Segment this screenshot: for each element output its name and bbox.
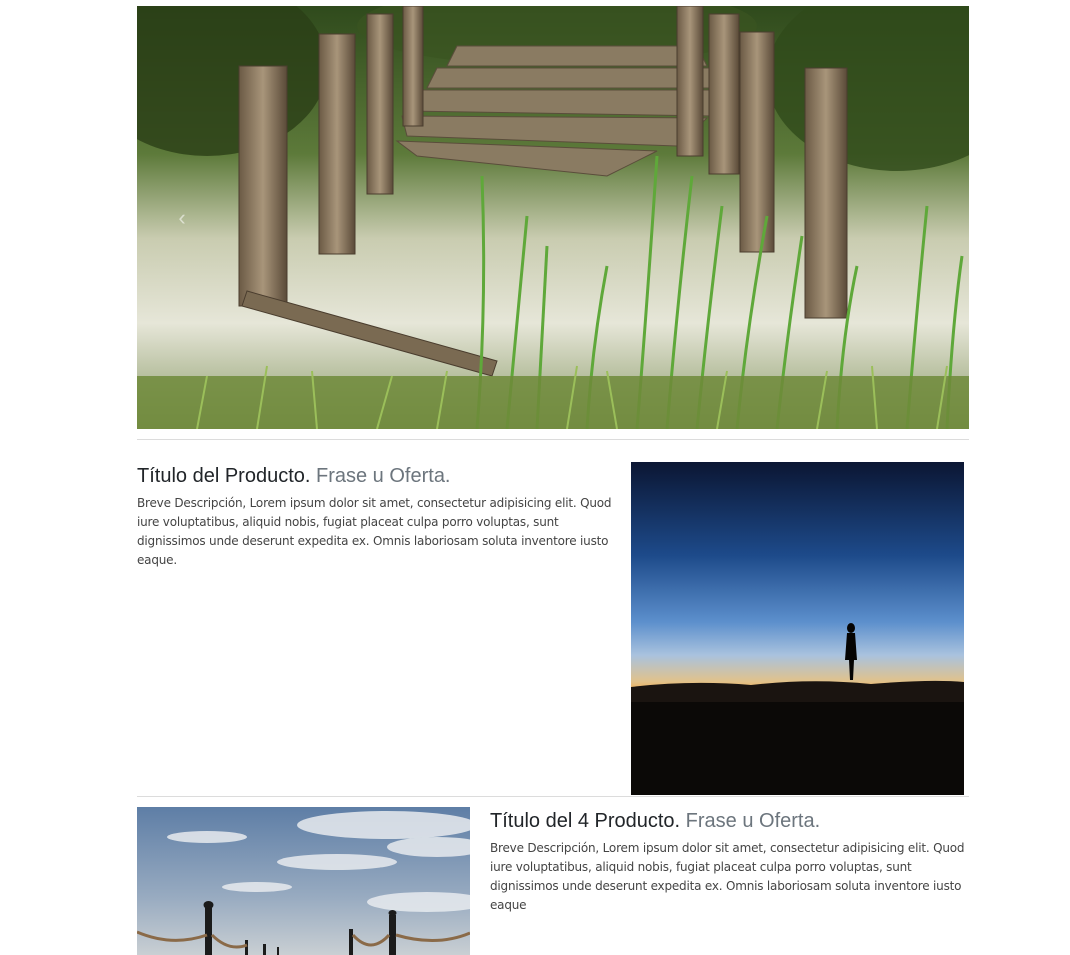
sunset-silhouette-image [631,462,964,795]
divider [137,439,969,440]
carousel-prev-button[interactable]: ‹ [137,6,247,429]
hero-image [137,6,969,429]
feature-heading: Título del 4 Producto. Frase u Oferta. [490,809,970,833]
feature-title: Título del Producto. [137,465,311,487]
feature-description: Breve Descripción, Lorem ipsum dolor sit… [490,841,965,912]
sky-rope-fence-image [137,807,470,955]
page-container: ‹ Título del Producto. Frase u Oferta. B… [137,6,969,955]
feature-product-1: Título del Producto. Frase u Oferta. Bre… [137,450,969,796]
feature-text: Título del Producto. Frase u Oferta. Bre… [137,450,617,796]
feature-subtitle: Frase u Oferta. [685,810,821,832]
hero-carousel: ‹ [137,6,969,429]
feature-product-4: Título del 4 Producto. Frase u Oferta. B… [137,807,969,955]
feature-subtitle: Frase u Oferta. [316,465,451,487]
feature-text: Título del 4 Producto. Frase u Oferta. B… [490,809,970,915]
divider [137,796,969,797]
feature-description: Breve Descripción, Lorem ipsum dolor sit… [137,496,612,567]
feature-heading: Título del Producto. Frase u Oferta. [137,464,617,488]
chevron-left-icon: ‹ [178,204,186,230]
feature-title: Título del 4 Producto. [490,810,681,832]
